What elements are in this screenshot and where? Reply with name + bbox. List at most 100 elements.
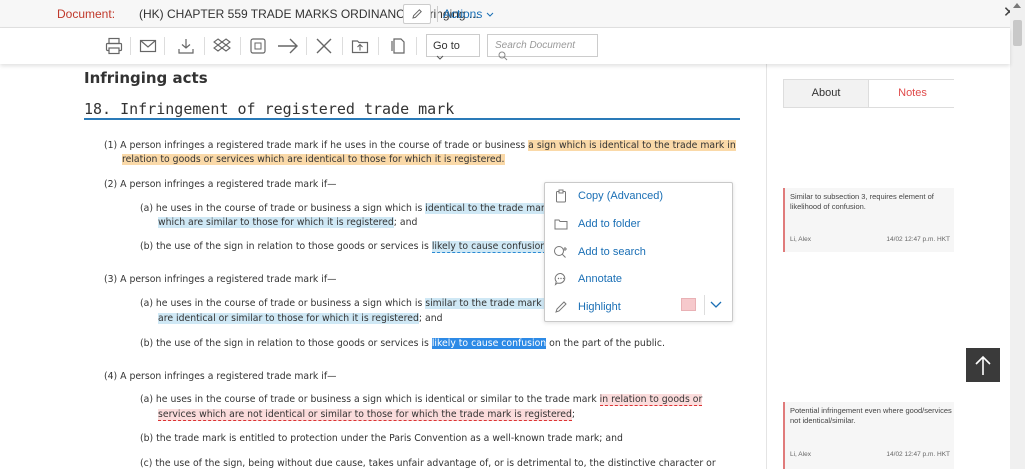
- highlight-red-annotated[interactable]: services which are not identical or simi…: [158, 409, 572, 421]
- paragraph-4a-line-1: (a) he uses in the course of trade or bu…: [140, 393, 703, 407]
- add-to-search-label: Add to search: [578, 246, 646, 258]
- download-icon[interactable]: [176, 36, 196, 56]
- text-span: (b) the use of the sign in relation to t…: [140, 241, 432, 252]
- paragraph-1-line-1: (1) A person infringes a registered trad…: [104, 139, 736, 153]
- text-span: (b) the use of the sign in relation to t…: [140, 338, 432, 349]
- scroll-thumb[interactable]: [1013, 20, 1022, 46]
- close-icon[interactable]: [314, 36, 334, 56]
- folder-icon: [553, 217, 569, 231]
- note-timestamp: 14/02 12:47 p.m. HKT: [886, 236, 950, 243]
- edit-title-button[interactable]: [403, 4, 431, 24]
- highlight-label: Highlight: [578, 301, 621, 313]
- note-card[interactable]: Similar to subsection 3, requires elemen…: [783, 188, 954, 252]
- goto-label: Go to: [433, 40, 460, 52]
- paragraph-3: (3) A person infringes a registered trad…: [104, 274, 337, 285]
- text-span: on the part of the public.: [546, 338, 665, 349]
- copy-icon[interactable]: [388, 36, 408, 56]
- paragraph-2a-line-2: which are similar to those for which it …: [158, 216, 417, 230]
- copy-advanced-label: Copy (Advanced): [578, 190, 663, 202]
- back-to-top-button[interactable]: [966, 348, 1000, 382]
- chevron-down-icon[interactable]: [709, 300, 723, 310]
- arrow-up-icon: [975, 355, 991, 375]
- highlight-blue[interactable]: which are similar to those for which it …: [158, 217, 394, 228]
- paragraph-3b: (b) the use of the sign in relation to t…: [140, 337, 665, 351]
- search-plus-icon: [553, 245, 569, 259]
- goto-dropdown[interactable]: Go to: [426, 34, 480, 60]
- paragraph-2a-line-1: (a) he uses in the course of trade or bu…: [140, 202, 551, 216]
- section-heading: Infringing acts: [84, 69, 208, 87]
- annotate-label: Annotate: [578, 273, 623, 285]
- paragraph-4a-line-2: services which are not identical or simi…: [158, 408, 575, 422]
- notes-panel: About Notes Similar to subsection 3, req…: [767, 64, 1010, 469]
- arrow-right-icon[interactable]: [276, 36, 300, 56]
- note-text: Similar to subsection 3, requires elemen…: [790, 192, 934, 211]
- highlight-blue[interactable]: identical to the trade mark: [425, 203, 551, 214]
- chevron-down-icon: [486, 12, 494, 17]
- add-to-folder-label: Add to folder: [578, 218, 641, 230]
- note-timestamp: 14/02 12:47 p.m. HKT: [886, 451, 950, 458]
- highlighter-icon: [553, 300, 569, 314]
- search-placeholder: Search Document: [495, 40, 576, 51]
- note-author: Li, Alex: [790, 236, 811, 243]
- chevron-down-icon: [436, 55, 444, 60]
- toolbar-divider: [130, 37, 131, 55]
- highlight-orange[interactable]: relation to goods or services which are …: [122, 154, 505, 165]
- toolbar-divider: [416, 37, 417, 55]
- article-heading: 18. Infringement of registered trade mar…: [84, 100, 455, 118]
- search-document-input[interactable]: Search Document: [487, 34, 598, 61]
- note-card[interactable]: Potential infringement even where good/s…: [783, 402, 954, 469]
- popup-divider: [704, 295, 705, 315]
- panel-tabs: About Notes: [783, 79, 955, 108]
- highlight-blue-annotated[interactable]: likely to cause confusion: [431, 241, 547, 253]
- highlight-red-annotated[interactable]: in relation to goods or: [599, 394, 703, 406]
- clipboard-icon: [553, 189, 569, 203]
- toolbar-divider: [378, 37, 379, 55]
- note-text: Potential infringement even where good/s…: [790, 406, 952, 425]
- paragraph-4: (4) A person infringes a registered trad…: [104, 371, 337, 382]
- highlight-orange[interactable]: a sign which is identical to the trade m…: [528, 140, 736, 151]
- document-header-bar: Document: (HK) CHAPTER 559 TRADE MARKS O…: [0, 0, 1025, 28]
- document-toolbar: Go to Search Document: [0, 28, 1010, 64]
- selected-text[interactable]: likely to cause confusion: [431, 338, 547, 349]
- add-to-folder-item[interactable]: Add to folder: [553, 215, 640, 233]
- toolbar-divider: [164, 37, 165, 55]
- comment-icon: [553, 272, 569, 286]
- text-span: (a) he uses in the course of trade or bu…: [140, 298, 426, 309]
- pencil-icon: [412, 9, 422, 19]
- paragraph-2: (2) A person infringes a registered trad…: [104, 179, 337, 190]
- email-icon[interactable]: [138, 36, 158, 56]
- text-span: (1) A person infringes a registered trad…: [104, 140, 529, 151]
- note-author: Li, Alex: [790, 451, 811, 458]
- annotate-item[interactable]: Annotate: [553, 270, 622, 288]
- toolbar-divider: [342, 37, 343, 55]
- toolbar-divider: [240, 37, 241, 55]
- header-divider: [437, 6, 438, 22]
- search-icon: [498, 51, 508, 61]
- highlight-item[interactable]: Highlight: [553, 298, 621, 316]
- fullscreen-icon[interactable]: [248, 36, 268, 56]
- add-to-search-item[interactable]: Add to search: [553, 243, 646, 261]
- print-icon[interactable]: [104, 36, 124, 56]
- text-selection-menu: Copy (Advanced) Add to folder Add to sea…: [544, 182, 733, 322]
- upload-folder-icon[interactable]: [350, 36, 370, 56]
- copy-advanced-item[interactable]: Copy (Advanced): [553, 187, 663, 205]
- tab-about[interactable]: About: [784, 80, 869, 107]
- text-span: ;: [571, 409, 576, 420]
- vertical-scrollbar[interactable]: [1010, 0, 1025, 469]
- highlight-blue[interactable]: similar to the trade mark ir: [425, 298, 551, 309]
- tab-notes[interactable]: Notes: [870, 80, 955, 107]
- highlight-blue[interactable]: are identical or similar to those for wh…: [158, 313, 419, 324]
- paragraph-3a-line-1: (a) he uses in the course of trade or bu…: [140, 297, 551, 311]
- toolbar-divider: [204, 37, 205, 55]
- text-span: ; and: [418, 313, 443, 324]
- highlight-color-swatch[interactable]: [681, 298, 696, 311]
- text-span: (a) he uses in the course of trade or bu…: [140, 394, 600, 405]
- document-label: Document:: [57, 7, 116, 21]
- heading-underline: [84, 118, 740, 120]
- paragraph-3a-line-2: are identical or similar to those for wh…: [158, 312, 442, 326]
- actions-label: Actions: [443, 7, 483, 21]
- actions-menu[interactable]: Actions: [443, 7, 494, 21]
- scroll-up-icon[interactable]: [1013, 3, 1021, 8]
- paragraph-1-line-2: relation to goods or services which are …: [122, 153, 505, 167]
- dropbox-icon[interactable]: [212, 36, 232, 56]
